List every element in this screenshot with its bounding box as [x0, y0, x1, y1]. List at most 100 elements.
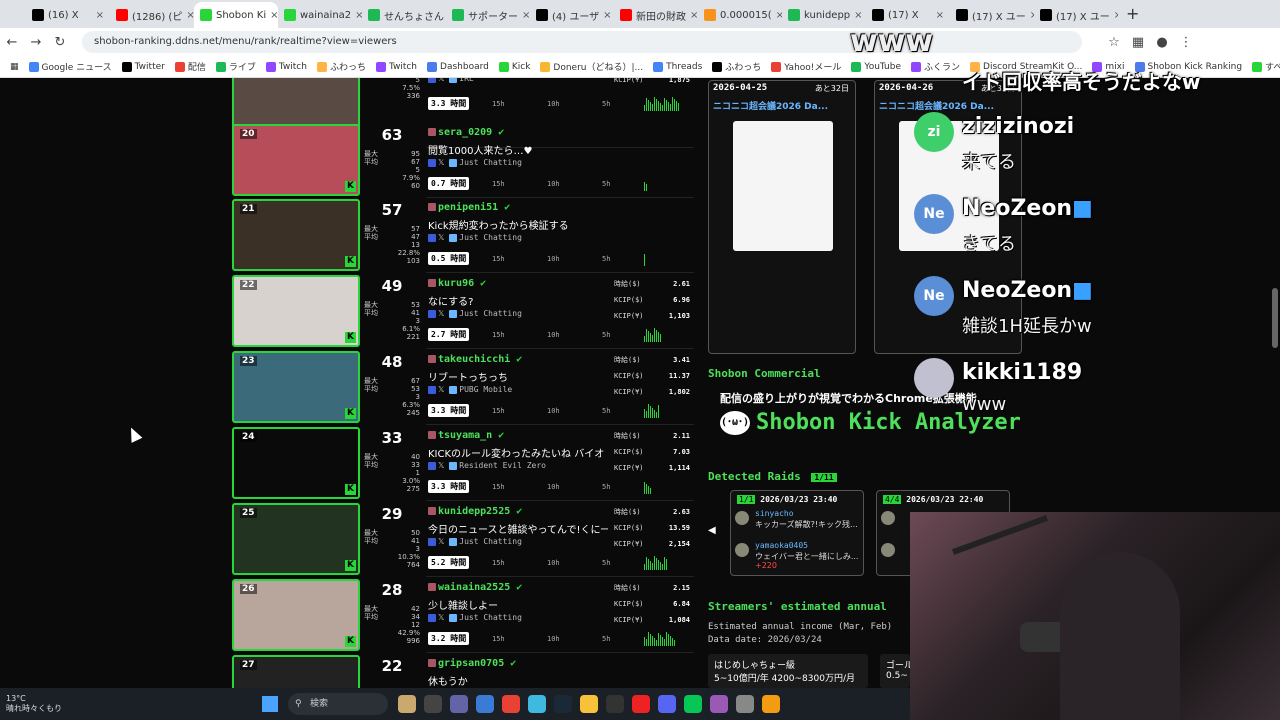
income-card[interactable]: ゴール 0.5~ — [880, 654, 910, 688]
stream-row[interactable]: 26 K 28 最大 42 平均 34 12 42.9% 996 wainaina2525 ✔ 少し雑… — [230, 577, 696, 653]
bookmark-item[interactable]: Twitch — [375, 61, 417, 72]
stream-title[interactable]: 休もうか — [428, 673, 608, 688]
stream-thumbnail[interactable]: 20 K — [232, 124, 360, 196]
streamer-name-text: gripsan0705 — [438, 658, 505, 669]
streamer-name[interactable]: tsuyama_n ✔ — [428, 430, 504, 441]
reload-icon[interactable]: ↻ — [48, 35, 72, 50]
stream-title[interactable]: KICKのルール変わったみたいね バイオ — [428, 445, 608, 460]
stream-thumbnail[interactable]: 24 K — [232, 427, 360, 499]
browser-tab[interactable]: (1286) (ピ × — [110, 2, 194, 28]
browser-tab[interactable]: (4) ユーザ × — [530, 2, 614, 28]
stat-row: 最大 57 — [364, 225, 420, 233]
app-icon[interactable] — [736, 695, 754, 713]
stream-thumbnail[interactable]: 23 K — [232, 351, 360, 423]
streamer-name[interactable]: wainaina2525 ✔ — [428, 582, 522, 593]
app-icon[interactable] — [450, 695, 468, 713]
stream-title[interactable]: リブートっちっち — [428, 369, 608, 384]
browser-tab[interactable]: せんちょさん× — [362, 2, 446, 28]
viewer-stats: 22 — [362, 653, 422, 688]
carousel-prev-icon[interactable]: ◀ — [708, 525, 716, 536]
stream-title[interactable]: 閲覧1000人来たら…♥ — [428, 142, 608, 157]
stream-row[interactable]: 25 K 29 最大 50 平均 41 3 10.3% 764 kunidepp2525 ✔ 今日のニ… — [230, 501, 696, 577]
discord-icon[interactable] — [658, 695, 676, 713]
bookmark-item[interactable]: Kick — [498, 61, 530, 72]
back-icon[interactable]: ← — [0, 35, 24, 50]
stream-thumbnail[interactable]: 27K — [232, 655, 360, 688]
bookmark-item[interactable]: Dashboard — [427, 61, 489, 72]
stat-row: 最大 50 — [364, 529, 420, 537]
streamer-name[interactable]: kunidepp2525 ✔ — [428, 506, 522, 517]
app-icon[interactable] — [398, 695, 416, 713]
browser-tab[interactable]: 新田の財政 × — [614, 2, 698, 28]
bookmark-item[interactable]: ふわっち — [712, 60, 761, 73]
stat-label: 最大 — [364, 605, 378, 613]
stream-row[interactable]: 23 K 48 最大 67 平均 53 3 6.3% 245 takeuchicchi ✔ リブートっ… — [230, 349, 696, 425]
close-tab-icon[interactable]: × — [186, 10, 194, 21]
bookmark-item[interactable]: Yahoo!メール — [771, 60, 841, 73]
close-tab-icon[interactable]: × — [603, 10, 611, 21]
income-card[interactable]: はじめしゃちょー級 5~10億円/年 4200~8300万円/月 — [708, 654, 868, 688]
browser-tab[interactable]: サポーター × — [446, 2, 530, 28]
folder-icon[interactable] — [580, 695, 598, 713]
stream-row[interactable]: 27K 22 gripsan0705 ✔ 休もうか — [230, 653, 696, 688]
app-icon[interactable] — [606, 695, 624, 713]
app-icon[interactable] — [424, 695, 442, 713]
bookmark-item[interactable]: 配信 — [174, 60, 206, 73]
app-icon[interactable] — [762, 695, 780, 713]
bookmark-item[interactable]: Doneru（どねる）|... — [540, 60, 643, 73]
avatar — [428, 431, 436, 439]
stream-row[interactable]: 21 K 57 最大 57 平均 47 13 22.8% 103 penipeni51 ✔ Kick規… — [230, 197, 696, 273]
stream-category: 𝕏 PUBG Mobile — [428, 385, 512, 394]
app-icon[interactable] — [528, 695, 546, 713]
streamer-name[interactable]: gripsan0705 ✔ — [428, 658, 516, 669]
line-icon[interactable] — [684, 695, 702, 713]
stream-title[interactable]: なにする? — [428, 293, 608, 308]
app-icon[interactable] — [632, 695, 650, 713]
apps-icon[interactable]: ▦ — [10, 62, 19, 72]
event-title[interactable]: ニコニコ超会議2026 Da... — [713, 99, 851, 112]
bookmark-item[interactable]: Twitch — [265, 61, 307, 72]
streamer-name[interactable]: kuru96 ✔ — [428, 278, 486, 289]
tweet-embed[interactable] — [733, 121, 833, 251]
windows-start-icon[interactable] — [262, 696, 278, 712]
app-icon[interactable] — [476, 695, 494, 713]
chrome-icon[interactable] — [502, 695, 520, 713]
streamer-name[interactable]: takeuchicchi ✔ — [428, 354, 522, 365]
close-tab-icon[interactable]: × — [936, 10, 944, 21]
stream-thumbnail[interactable]: 22 K — [232, 275, 360, 347]
browser-tab[interactable]: (16) X × — [26, 2, 110, 28]
streamer-name[interactable]: penipeni51 ✔ — [428, 202, 510, 213]
stream-title[interactable]: Kick規約変わったから検証する — [428, 217, 608, 232]
taskbar-search[interactable]: ⚲ 検索 — [288, 693, 388, 715]
bookmark-item[interactable]: ライブ — [215, 60, 256, 73]
bookmark-item[interactable]: ふわっち — [316, 60, 366, 73]
stream-thumbnail[interactable]: 25 K — [232, 503, 360, 575]
stream-title[interactable]: 今日のニュースと雑談やってんで!くに一 — [428, 521, 608, 536]
weather-widget[interactable]: 13°C 晴れ時々くもり — [6, 694, 62, 714]
browser-tab[interactable]: Shobon Ki × — [194, 2, 278, 28]
stream-row[interactable]: 24 K 33 最大 40 平均 33 1 3.0% 275 tsuyama_n ✔ KICKのルール… — [230, 425, 696, 501]
app-icon[interactable] — [710, 695, 728, 713]
bookmark-item[interactable]: Twitter — [121, 61, 165, 72]
stream-row[interactable]: 20 K 63 最大 95 平均 67 5 7.9% 60 sera_0209 ✔ 閲覧1000人来た… — [230, 122, 696, 198]
streamer-name[interactable]: sera_0209 ✔ — [428, 127, 504, 138]
bookmark-item[interactable]: Threads — [653, 61, 702, 72]
bookmark-item[interactable]: Google ニュース — [28, 60, 112, 73]
close-tab-icon[interactable]: × — [854, 10, 862, 21]
stream-title[interactable]: 少し雑談しよー — [428, 597, 608, 612]
steam-icon[interactable] — [554, 695, 572, 713]
stream-row[interactable]: 22 K 49 最大 53 平均 41 3 6.1% 221 kuru96 ✔ なにする? 𝕏 Just… — [230, 273, 696, 349]
raid-card[interactable]: 1/1 2026/03/23 23:40 sinyacho キッカーズ解散?!キック… — [730, 490, 864, 576]
stream-thumbnail[interactable]: 21 K — [232, 199, 360, 271]
close-tab-icon[interactable]: × — [522, 10, 530, 21]
close-tab-icon[interactable]: × — [96, 10, 104, 21]
forward-icon[interactable]: → — [24, 35, 48, 50]
browser-tab[interactable]: wainaina2 × — [278, 2, 362, 28]
close-tab-icon[interactable]: × — [355, 10, 362, 21]
close-tab-icon[interactable]: × — [690, 10, 698, 21]
browser-tab[interactable]: 0.000015(× — [698, 2, 782, 28]
event-card[interactable]: 2026-04-25 あと32日 ニコニコ超会議2026 Da... — [708, 80, 856, 354]
close-tab-icon[interactable]: × — [270, 10, 278, 21]
stream-thumbnail[interactable]: 26 K — [232, 579, 360, 651]
bookmark-item[interactable]: YouTube — [851, 61, 901, 72]
